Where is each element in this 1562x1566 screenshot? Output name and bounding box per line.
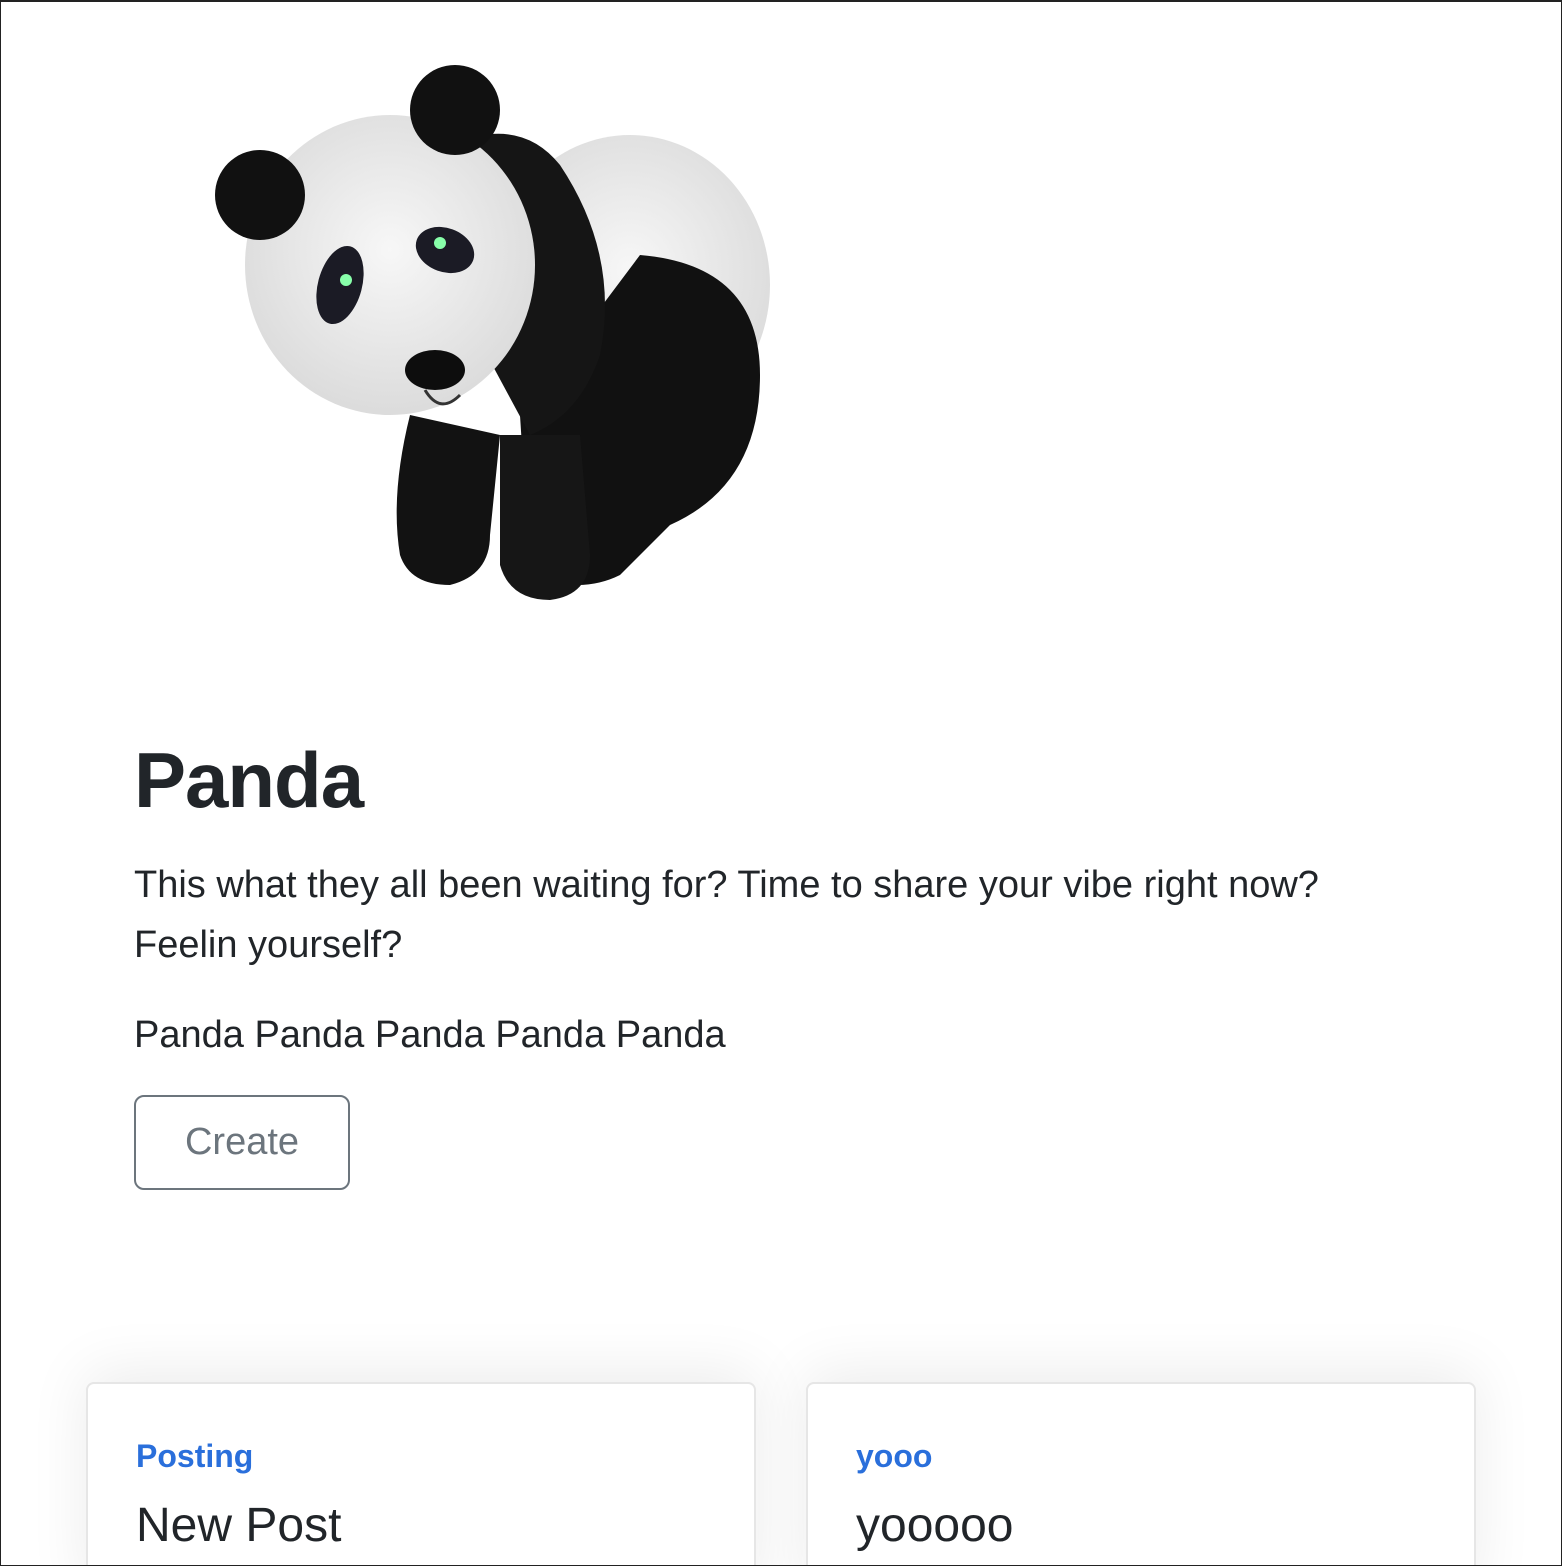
- panda-image: [215, 65, 770, 600]
- post-category-link[interactable]: Posting: [136, 1436, 706, 1476]
- post-card[interactable]: yooo yooooo: [806, 1382, 1476, 1566]
- hero-sub-text: Panda Panda Panda Panda Panda: [134, 1014, 726, 1056]
- post-card[interactable]: Posting New Post: [86, 1382, 756, 1566]
- page-title: Panda: [134, 736, 364, 824]
- window-top-border: [0, 0, 1562, 2]
- post-title: yooooo: [856, 1499, 1014, 1552]
- post-title: New Post: [136, 1499, 342, 1552]
- hero-section: Panda This what they all been waiting fo…: [134, 735, 1434, 1190]
- create-button[interactable]: Create: [134, 1095, 350, 1190]
- post-category-link[interactable]: yooo: [856, 1436, 1426, 1476]
- hero-lead-text: This what they all been waiting for? Tim…: [134, 864, 1319, 966]
